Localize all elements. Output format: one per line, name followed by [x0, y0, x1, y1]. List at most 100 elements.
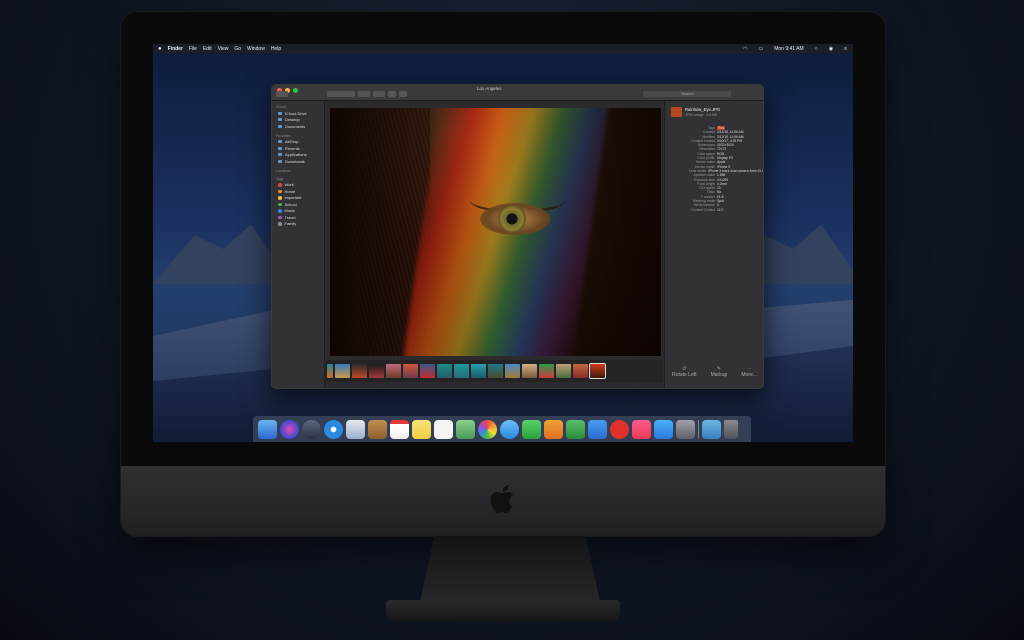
messages-icon[interactable]	[500, 419, 519, 439]
menu-help[interactable]: Help	[271, 46, 281, 52]
more-button[interactable]: ⋯ More...	[741, 366, 757, 378]
markup-button[interactable]: ✎ Markup	[711, 366, 728, 378]
sidebar-item-label: Travel	[284, 214, 296, 220]
thumbnail-selected[interactable]	[589, 363, 606, 379]
spotlight-icon[interactable]: ○	[815, 46, 818, 52]
thumbnail[interactable]	[335, 364, 350, 378]
desktop-icon	[278, 118, 282, 122]
thumbnail[interactable]	[437, 364, 452, 378]
airplay-icon[interactable]: ▭	[758, 46, 763, 52]
back-forward-button[interactable]	[276, 91, 288, 97]
sidebar-tag-family[interactable]: Family	[278, 221, 324, 228]
sidebar-item-label: Work	[284, 182, 294, 188]
sidebar-item-label: Home	[284, 188, 296, 194]
thumbnail[interactable]	[386, 364, 401, 378]
blue-tag-dot-icon	[278, 209, 282, 213]
sidebar-item-label: AirDrop	[285, 139, 299, 145]
metadata-row: Content Creator 11.0	[665, 207, 763, 212]
menu-bar: ● Finder File Edit View Go Window Help ◠…	[153, 44, 853, 53]
photos-icon[interactable]	[478, 419, 497, 439]
sidebar-section-favorites: Favorites	[276, 133, 291, 138]
launchpad-icon[interactable]	[302, 419, 321, 439]
airdrop-icon	[278, 140, 282, 144]
thumbnail[interactable]	[369, 364, 384, 378]
sidebar-item-label: School	[284, 201, 297, 207]
thumbnail[interactable]	[454, 364, 469, 378]
maps-icon[interactable]	[456, 419, 475, 439]
apple-menu-icon[interactable]: ●	[158, 46, 162, 52]
gallery-filmstrip	[324, 360, 663, 382]
thumbnail[interactable]	[573, 364, 588, 378]
view-mode-segmented-control[interactable]	[327, 91, 355, 97]
finder-icon[interactable]	[258, 419, 277, 439]
search-field[interactable]: Search	[643, 91, 731, 97]
group-button[interactable]	[358, 91, 370, 97]
menu-finder[interactable]: Finder	[168, 46, 183, 52]
news-icon[interactable]	[610, 419, 629, 439]
contacts-icon[interactable]	[368, 419, 387, 439]
thumbnail[interactable]	[539, 364, 554, 378]
notification-center-icon[interactable]: ≡	[844, 46, 847, 52]
metadata-value: 11.0	[717, 207, 724, 212]
document-icon	[278, 124, 282, 128]
app-store-icon[interactable]	[654, 419, 673, 439]
menu-file[interactable]: File	[189, 46, 197, 52]
mail-icon[interactable]	[346, 419, 365, 439]
share-button[interactable]	[388, 91, 396, 97]
tags-button[interactable]	[399, 91, 407, 97]
applications-icon	[278, 153, 282, 157]
siri-icon[interactable]: ◉	[829, 46, 833, 52]
sidebar-item-label: Music	[284, 208, 295, 214]
gallery-preview-image[interactable]	[330, 108, 661, 356]
window-titlebar[interactable]: Los Angeles Search	[272, 85, 763, 101]
clock-icon	[278, 146, 282, 150]
calendar-icon[interactable]	[390, 419, 409, 439]
info-panel: Rainbow_Eye.JPG JPEG image - 3.6 MB Tags…	[664, 101, 763, 388]
thumbnail[interactable]	[327, 364, 333, 378]
system-preferences-icon[interactable]	[676, 419, 695, 439]
toolbar-view-buttons	[327, 91, 407, 97]
rotate-left-button[interactable]: ↺ Rotate Left	[672, 366, 696, 378]
reminders-icon[interactable]	[434, 419, 453, 439]
zoom-icon[interactable]	[293, 88, 298, 93]
action-button[interactable]	[373, 91, 385, 97]
pages-icon[interactable]	[544, 419, 563, 439]
thumbnail[interactable]	[420, 364, 435, 378]
trash-icon[interactable]	[724, 419, 738, 439]
facetime-icon[interactable]	[522, 419, 541, 439]
menu-view[interactable]: View	[218, 46, 229, 52]
purple-tag-dot-icon	[278, 215, 282, 219]
orange-tag-dot-icon	[278, 189, 282, 193]
notes-icon[interactable]	[412, 419, 431, 439]
thumbnail[interactable]	[556, 364, 571, 378]
thumbnail[interactable]	[505, 364, 520, 378]
thumbnail[interactable]	[471, 364, 486, 378]
red-tag-dot-icon	[278, 183, 282, 187]
download-icon	[278, 159, 282, 163]
itunes-icon[interactable]	[632, 419, 651, 439]
apple-logo-icon	[490, 485, 513, 513]
wifi-icon[interactable]: ◠	[743, 46, 747, 52]
safari-icon[interactable]	[324, 419, 343, 439]
sidebar-item-label: Family	[284, 221, 297, 227]
thumbnail[interactable]	[488, 364, 503, 378]
downloads-folder-icon[interactable]	[702, 419, 721, 439]
keynote-icon[interactable]	[588, 419, 607, 439]
imac-stand-neck	[420, 536, 600, 602]
numbers-icon[interactable]	[566, 419, 585, 439]
menu-window[interactable]: Window	[247, 46, 265, 52]
menu-edit[interactable]: Edit	[203, 46, 212, 52]
yellow-tag-dot-icon	[278, 196, 282, 200]
siri-app-icon[interactable]	[280, 419, 299, 439]
menu-go[interactable]: Go	[234, 46, 241, 52]
sidebar-item-documents[interactable]: Documents	[278, 123, 324, 130]
thumbnail[interactable]	[522, 364, 537, 378]
thumbnail[interactable]	[352, 364, 367, 378]
menubar-clock[interactable]: Mon 9:41 AM	[774, 46, 803, 52]
sidebar-item-downloads[interactable]: Downloads	[278, 158, 324, 165]
sidebar-item-label: iCloud Drive	[285, 110, 307, 116]
thumbnail[interactable]	[403, 364, 418, 378]
sidebar-item-label: Applications	[285, 152, 307, 158]
file-name: Rainbow_Eye.JPG	[685, 107, 721, 112]
file-preview-thumbnail	[671, 107, 682, 117]
